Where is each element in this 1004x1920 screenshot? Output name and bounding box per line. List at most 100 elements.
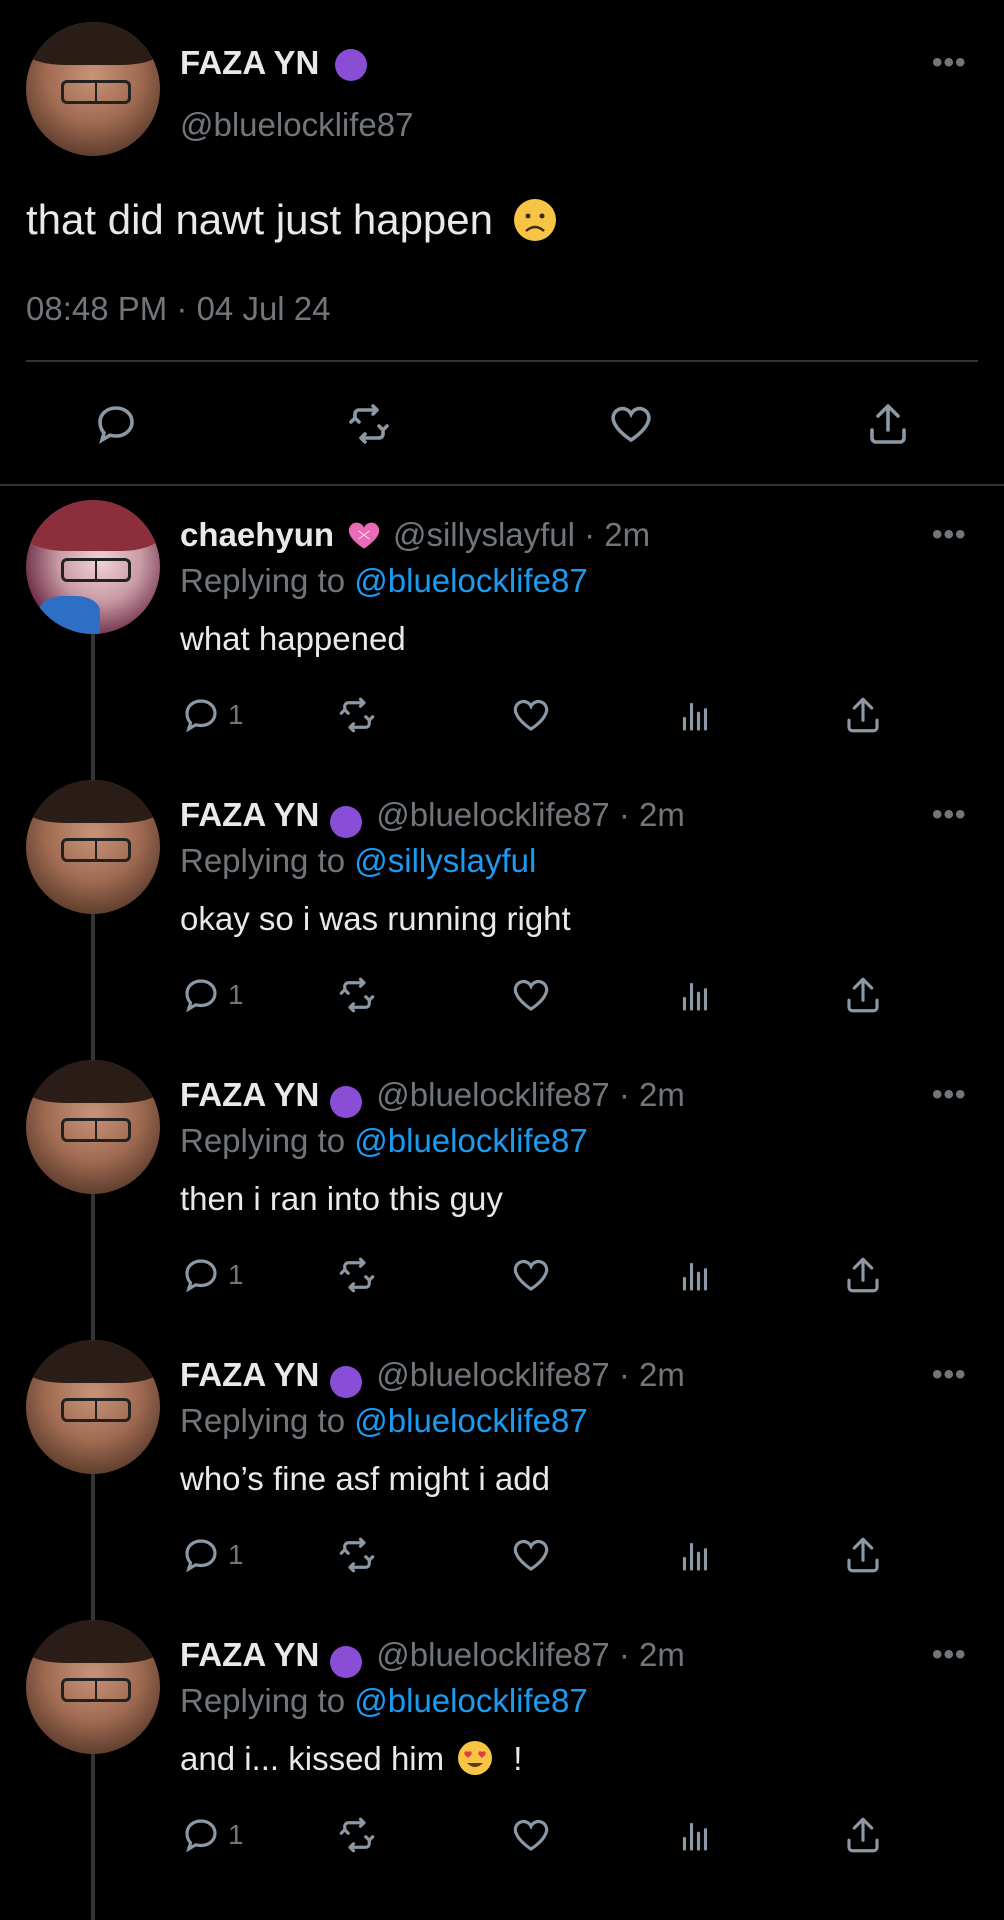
reply-handle[interactable]: @bluelocklife87 · 2m <box>376 1356 685 1393</box>
more-options-icon[interactable]: ••• <box>932 46 967 80</box>
retweet-icon <box>339 1257 375 1293</box>
reply-icon <box>185 1259 217 1293</box>
reply-header: FAZA YN @bluelocklife87 · 2m <box>180 1076 685 1118</box>
replying-to-link[interactable]: @bluelocklife87 <box>354 1402 587 1439</box>
reply-icon <box>185 979 217 1013</box>
reply-action-bar: 1 <box>180 694 880 740</box>
reply-count: 1 <box>228 1539 244 1570</box>
reply-button[interactable]: 1 <box>180 694 244 736</box>
share-button[interactable] <box>842 974 884 1016</box>
devil-emoji-icon <box>334 49 367 82</box>
reply-icon[interactable] <box>92 400 140 448</box>
share-button[interactable] <box>842 1254 884 1296</box>
replying-to-link[interactable]: @bluelocklife87 <box>354 1682 587 1719</box>
share-icon <box>847 1257 879 1293</box>
reply-avatar[interactable] <box>26 500 160 634</box>
reply-avatar[interactable] <box>26 1340 160 1474</box>
reply-text-content: and i... kissed him <box>180 1740 445 1777</box>
like-icon <box>513 699 549 731</box>
retweet-icon[interactable] <box>345 400 393 448</box>
like-button[interactable] <box>510 694 552 736</box>
reply-handle[interactable]: @sillyslayful · 2m <box>393 516 650 553</box>
share-button[interactable] <box>842 1534 884 1576</box>
reply-author-name[interactable]: FAZA YN <box>180 1076 319 1113</box>
devil-emoji-icon <box>329 1645 362 1678</box>
devil-emoji-icon <box>329 1365 362 1398</box>
reply-author-name[interactable]: chaehyun <box>180 516 334 553</box>
more-options-icon[interactable]: ••• <box>932 798 967 832</box>
reply-text-content: what happened <box>180 620 406 657</box>
more-options-icon[interactable]: ••• <box>932 1078 967 1112</box>
reply-header: FAZA YN @bluelocklife87 · 2m <box>180 1636 685 1678</box>
views-chart-icon <box>682 702 708 731</box>
views-button[interactable] <box>674 1534 716 1576</box>
author-name[interactable]: FAZA YN <box>180 44 367 82</box>
retweet-button[interactable] <box>336 1254 378 1296</box>
like-button[interactable] <box>510 974 552 1016</box>
like-button[interactable] <box>510 1814 552 1856</box>
reply-header: FAZA YN @bluelocklife87 · 2m <box>180 1356 685 1398</box>
heart-eyes-emoji-icon <box>458 1741 493 1775</box>
main-tweet-bottom-divider <box>0 484 1004 486</box>
tweet-timestamp[interactable]: 08:48 PM · 04 Jul 24 <box>26 290 331 328</box>
reply-handle[interactable]: @bluelocklife87 · 2m <box>376 1636 685 1673</box>
views-chart-icon <box>682 1542 708 1571</box>
replying-to-link[interactable]: @bluelocklife87 <box>354 1122 587 1159</box>
views-button[interactable] <box>674 694 716 736</box>
reply-header: FAZA YN @bluelocklife87 · 2m <box>180 796 685 838</box>
reply-avatar[interactable] <box>26 1620 160 1754</box>
share-button[interactable] <box>842 1814 884 1856</box>
like-button[interactable] <box>510 1254 552 1296</box>
more-options-icon[interactable]: ••• <box>932 518 967 552</box>
reply-author-name[interactable]: FAZA YN <box>180 796 319 833</box>
reply-action-bar: 1 <box>180 1254 880 1300</box>
reply-button[interactable]: 1 <box>180 1534 244 1576</box>
reply-handle[interactable]: @bluelocklife87 · 2m <box>376 796 685 833</box>
author-avatar[interactable] <box>26 22 160 156</box>
reply-action-bar: 1 <box>180 974 880 1020</box>
worried-face-icon <box>513 199 556 241</box>
replying-to: Replying to @sillyslayful <box>180 842 536 880</box>
views-button[interactable] <box>674 974 716 1016</box>
share-button[interactable] <box>842 694 884 736</box>
retweet-button[interactable] <box>336 694 378 736</box>
reply-count: 1 <box>228 699 244 730</box>
views-button[interactable] <box>674 1254 716 1296</box>
reply-icon <box>185 1819 217 1853</box>
like-icon[interactable] <box>607 400 655 448</box>
retweet-button[interactable] <box>336 1534 378 1576</box>
replying-to-prefix: Replying to <box>180 562 355 599</box>
reply-avatar[interactable] <box>26 1060 160 1194</box>
reply-count: 1 <box>228 1819 244 1850</box>
reply-text: what happened <box>180 620 406 658</box>
reply-avatar[interactable] <box>26 780 160 914</box>
author-handle[interactable]: @bluelocklife87 <box>180 106 413 144</box>
reply-text-suffix: ! <box>513 1740 523 1777</box>
reply-header: chaehyun @sillyslayful · 2m <box>180 516 650 554</box>
reply-button[interactable]: 1 <box>180 974 244 1016</box>
replying-to-link[interactable]: @sillyslayful <box>354 842 536 879</box>
replying-to: Replying to @bluelocklife87 <box>180 1122 588 1160</box>
share-icon[interactable] <box>864 400 912 448</box>
more-options-icon[interactable]: ••• <box>932 1358 967 1392</box>
reply-text-content: okay so i was running right <box>180 900 571 937</box>
retweet-button[interactable] <box>336 1814 378 1856</box>
reply-text: and i... kissed him ! <box>180 1740 522 1778</box>
reply-button[interactable]: 1 <box>180 1254 244 1296</box>
reply-handle[interactable]: @bluelocklife87 · 2m <box>376 1076 685 1113</box>
reply-text: okay so i was running right <box>180 900 571 938</box>
reply-button[interactable]: 1 <box>180 1814 244 1856</box>
views-chart-icon <box>682 1822 708 1851</box>
like-button[interactable] <box>510 1534 552 1576</box>
replying-to-prefix: Replying to <box>180 1682 355 1719</box>
reply-action-bar: 1 <box>180 1814 880 1860</box>
reply-author-name[interactable]: FAZA YN <box>180 1636 319 1673</box>
retweet-button[interactable] <box>336 974 378 1016</box>
views-button[interactable] <box>674 1814 716 1856</box>
replying-to-link[interactable]: @bluelocklife87 <box>354 562 587 599</box>
devil-emoji-icon <box>329 1085 362 1118</box>
reply-author-name[interactable]: FAZA YN <box>180 1356 319 1393</box>
author-name-text: FAZA YN <box>180 44 320 81</box>
replying-to-prefix: Replying to <box>180 842 355 879</box>
more-options-icon[interactable]: ••• <box>932 1638 967 1672</box>
